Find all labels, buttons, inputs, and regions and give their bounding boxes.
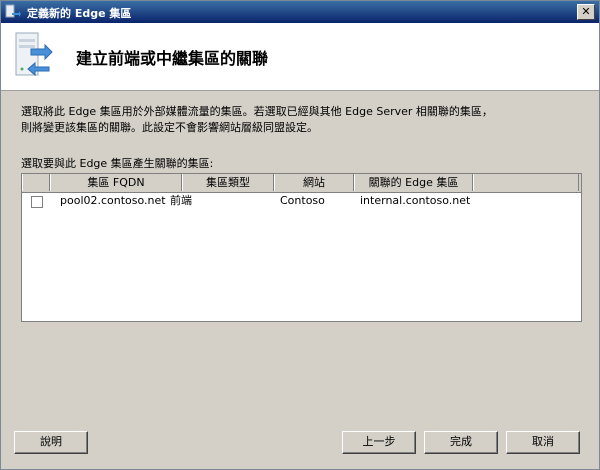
dialog-window: 定義新的 Edge 集區 ✕ 建立前端或中繼集區的關聯 選取將此 Edge 集區… [0,0,600,470]
back-button[interactable]: 上一步 [342,431,416,454]
cell-site: Contoso [280,194,325,207]
help-button[interactable]: 說明 [14,431,88,454]
column-header-site[interactable]: 網站 [274,174,354,191]
column-header-fqdn[interactable]: 集區 FQDN [50,174,182,191]
column-header-empty [473,174,579,191]
cell-fqdn: pool02.contoso.net [60,194,166,207]
pool-list-header: 集區 FQDN 集區類型 網站 關聯的 Edge 集區 [22,174,581,193]
column-header-edge-pool[interactable]: 關聯的 Edge 集區 [354,174,473,191]
finish-button[interactable]: 完成 [424,431,498,454]
cell-edge-pool: internal.contoso.net [360,194,471,207]
wizard-header: 建立前端或中繼集區的關聯 [1,23,599,91]
table-row[interactable]: pool02.contoso.net 前端 Contoso internal.c… [22,193,581,209]
description-line-2: 則將變更該集區的關聯。此設定不會影響網站層級同盟設定。 [21,121,318,134]
row-checkbox[interactable] [31,196,43,208]
cancel-button[interactable]: 取消 [506,431,580,454]
close-button[interactable]: ✕ [577,4,595,20]
edge-pool-app-icon [5,4,21,18]
description-text: 選取將此 Edge 集區用於外部媒體流量的集區。若選取已經與其他 Edge Se… [21,104,581,136]
pool-list[interactable]: 集區 FQDN 集區類型 網站 關聯的 Edge 集區 pool02.conto… [21,173,582,322]
title-bar: 定義新的 Edge 集區 ✕ [1,1,599,23]
page-title: 建立前端或中繼集區的關聯 [76,49,269,68]
window-title: 定義新的 Edge 集區 [27,7,132,20]
server-arrows-icon [15,32,53,77]
column-header-check[interactable] [22,174,50,191]
pool-list-label: 選取要與此 Edge 集區產生關聯的集區: [21,157,214,170]
description-line-1: 選取將此 Edge 集區用於外部媒體流量的集區。若選取已經與其他 Edge Se… [21,105,493,118]
cell-type: 前端 [170,194,192,207]
column-header-type[interactable]: 集區類型 [182,174,274,191]
